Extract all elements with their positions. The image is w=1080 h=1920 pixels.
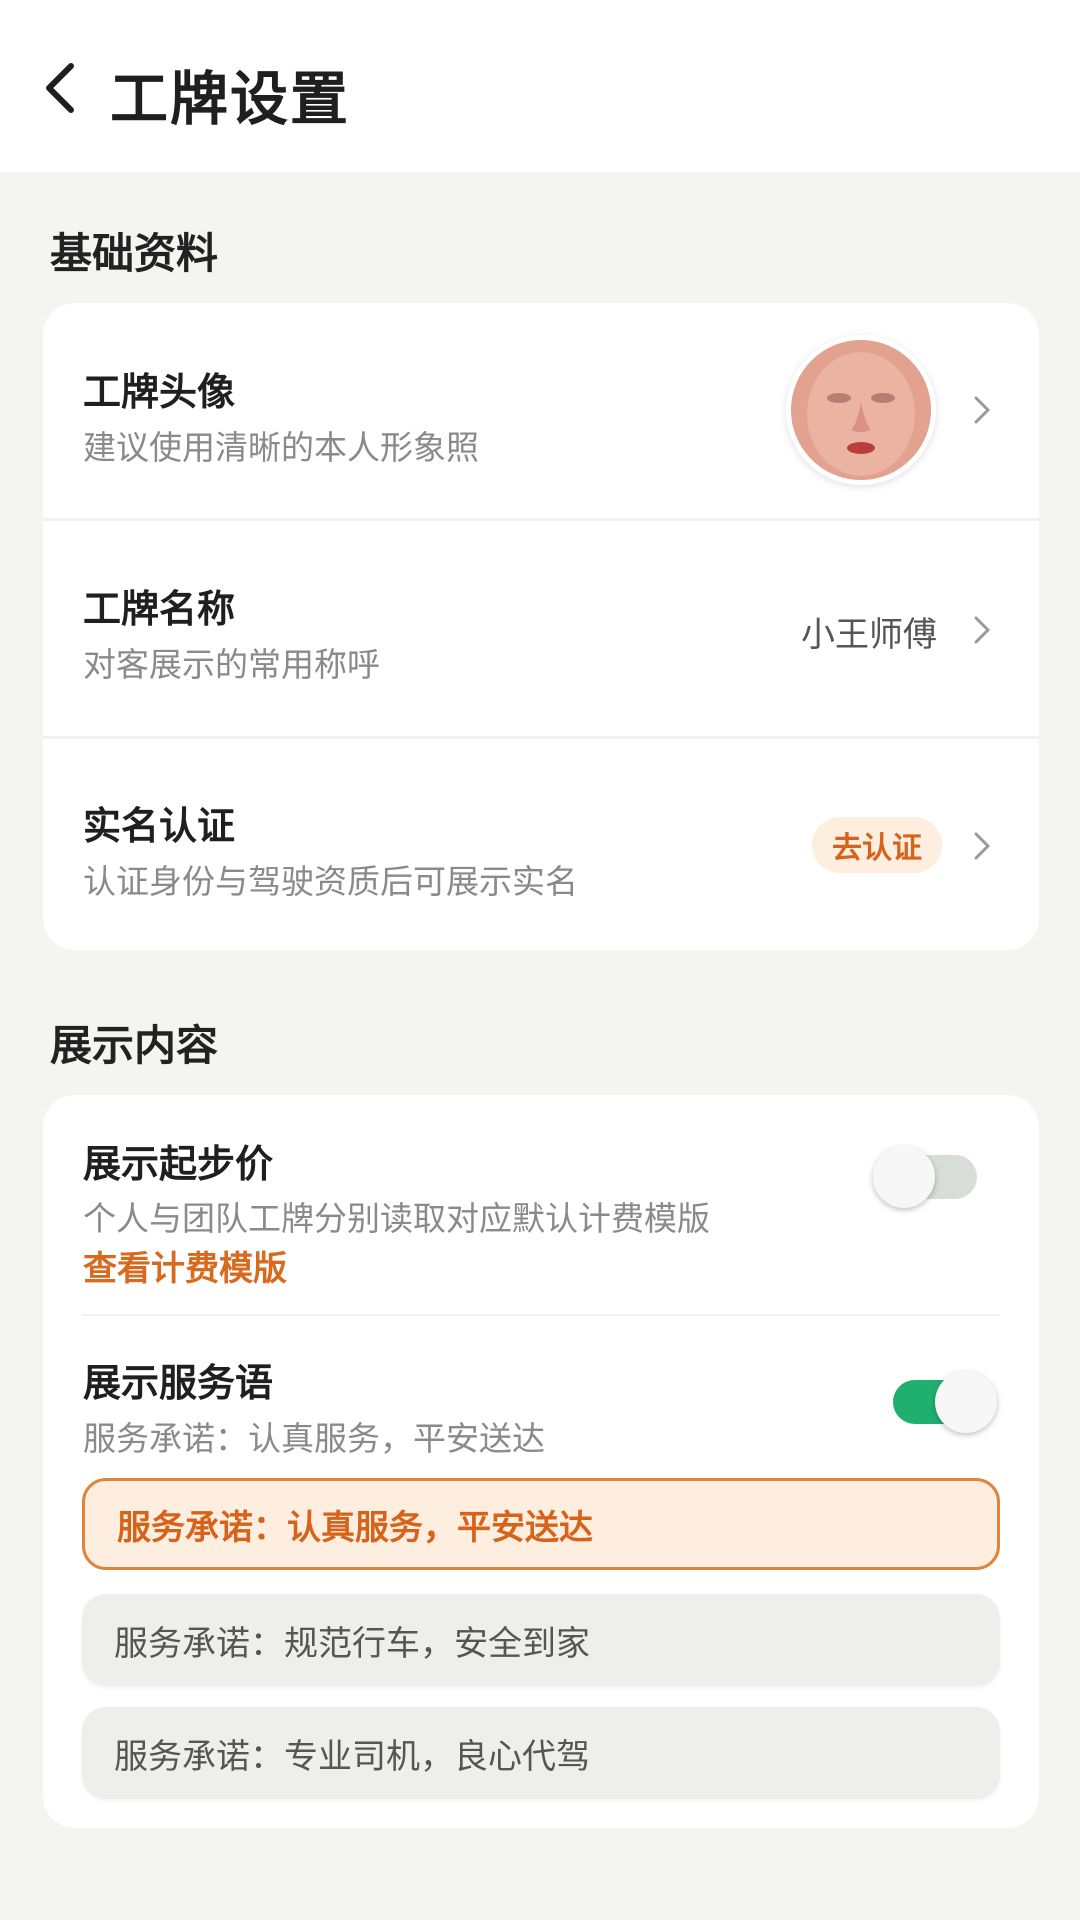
service-phrase-toggle[interactable] xyxy=(893,1371,997,1433)
row-badge-name[interactable]: 工牌名称 对客展示的常用称呼 小王师傅 xyxy=(43,521,1039,736)
name-value: 小王师傅 xyxy=(801,615,937,655)
section-title-basic: 基础资料 xyxy=(50,229,219,278)
face-photo xyxy=(791,340,931,480)
toggle-knob xyxy=(873,1146,935,1208)
service-option-2[interactable]: 服务承诺：规范行车，安全到家 xyxy=(82,1594,1000,1686)
basic-info-card: 工牌头像 建议使用清晰的本人形象照 工牌名称 对客展示的常用称呼 小王师傅 实名… xyxy=(43,303,1039,950)
row-subtitle: 建议使用清晰的本人形象照 xyxy=(83,428,479,467)
chevron-right-icon xyxy=(967,390,997,430)
back-button[interactable] xyxy=(38,58,82,118)
chevron-right-icon xyxy=(967,610,997,650)
divider xyxy=(82,1314,1000,1316)
row-real-name-verification[interactable]: 实名认证 认证身份与驾驶资质后可展示实名 去认证 xyxy=(43,739,1039,950)
view-fee-template-link[interactable]: 查看计费模版 xyxy=(83,1241,287,1290)
section-title-display: 展示内容 xyxy=(50,1021,219,1070)
row-subtitle: 认证身份与驾驶资质后可展示实名 xyxy=(83,862,578,901)
row-title: 实名认证 xyxy=(83,804,236,848)
service-option-3[interactable]: 服务承诺：专业司机，良心代驾 xyxy=(82,1707,1000,1799)
start-price-title: 展示起步价 xyxy=(83,1142,274,1186)
service-option-1[interactable]: 服务承诺：认真服务，平安送达 xyxy=(82,1478,1000,1570)
row-badge-avatar[interactable]: 工牌头像 建议使用清晰的本人形象照 xyxy=(43,303,1039,518)
display-content-card: 展示起步价 个人与团队工牌分别读取对应默认计费模版 查看计费模版 展示服务语 服… xyxy=(43,1095,1039,1828)
service-phrase-title: 展示服务语 xyxy=(83,1361,274,1405)
toggle-knob xyxy=(935,1371,997,1433)
row-title: 工牌头像 xyxy=(83,370,236,414)
avatar[interactable] xyxy=(786,335,936,485)
start-price-subtitle: 个人与团队工牌分别读取对应默认计费模版 xyxy=(83,1199,710,1238)
chevron-left-icon xyxy=(46,63,74,113)
row-subtitle: 对客展示的常用称呼 xyxy=(83,645,380,684)
top-bar: 工牌设置 xyxy=(0,0,1080,172)
row-title: 工牌名称 xyxy=(83,587,236,631)
chevron-right-icon xyxy=(967,826,997,866)
verify-badge[interactable]: 去认证 xyxy=(812,817,942,873)
page-title: 工牌设置 xyxy=(110,65,351,133)
service-phrase-subtitle: 服务承诺：认真服务，平安送达 xyxy=(83,1419,545,1458)
start-price-toggle[interactable] xyxy=(873,1146,977,1208)
